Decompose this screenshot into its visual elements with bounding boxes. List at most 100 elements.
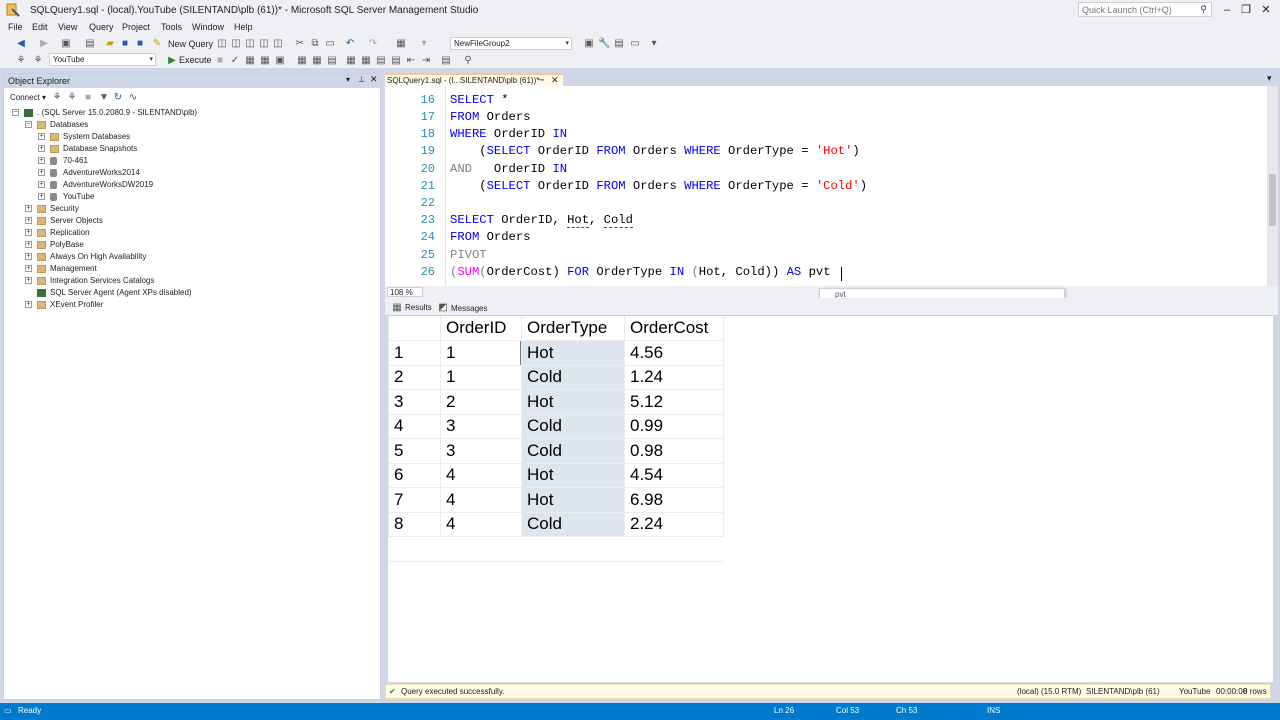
expand-icon[interactable]: + xyxy=(25,241,32,248)
code-line[interactable]: PIVOT xyxy=(450,248,487,262)
include-plan-icon[interactable]: ▣ xyxy=(274,55,286,66)
expand-icon[interactable]: + xyxy=(25,205,32,212)
open-file-icon[interactable]: ▰ xyxy=(104,38,116,49)
close-button[interactable]: ✕ xyxy=(1257,3,1275,17)
increase-indent-icon[interactable]: ⇥ xyxy=(420,55,432,66)
table-cell[interactable]: Hot xyxy=(521,487,624,512)
table-cell[interactable]: 2.24 xyxy=(624,512,723,537)
table-cell[interactable]: 0.98 xyxy=(624,439,723,464)
tree-node[interactable]: SQL Server Agent (Agent XPs disabled) xyxy=(4,287,374,299)
copy-icon[interactable]: ⧉ xyxy=(309,38,321,49)
column-header[interactable]: OrderType xyxy=(521,316,624,341)
redo-icon[interactable]: ↷ xyxy=(367,38,379,49)
tree-node[interactable]: + Integration Services Catalogs xyxy=(4,275,374,287)
tree-node[interactable]: + Always On High Availability xyxy=(4,251,374,263)
mdx-query-icon[interactable]: ◫ xyxy=(230,38,242,49)
table-cell[interactable]: 5.12 xyxy=(624,390,723,415)
intellisense-icon[interactable]: ⚲ xyxy=(462,55,474,66)
code-line[interactable]: FROM Orders xyxy=(450,110,530,124)
new-project-icon[interactable]: ▣ xyxy=(60,38,72,49)
tab-list-icon[interactable]: ▾ xyxy=(1267,73,1272,84)
table-cell[interactable]: 2 xyxy=(440,390,521,415)
wrench-icon[interactable]: 🔧 xyxy=(598,38,610,49)
row-number[interactable]: 3 xyxy=(388,390,440,415)
expand-icon[interactable]: + xyxy=(38,169,45,176)
row-number[interactable]: 5 xyxy=(388,439,440,464)
save-icon[interactable]: ■ xyxy=(119,38,131,49)
cancel-query-icon[interactable]: ■ xyxy=(214,55,226,66)
code-line[interactable]: WHERE OrderID IN xyxy=(450,127,567,141)
expand-icon[interactable]: + xyxy=(38,193,45,200)
table-cell[interactable]: Hot xyxy=(521,463,624,488)
database-select[interactable]: YouTube ▾ xyxy=(49,53,156,66)
comment-icon[interactable]: ▤ xyxy=(375,55,387,66)
column-header[interactable]: OrderCost xyxy=(624,316,723,341)
tab-sqlquery1[interactable]: SQLQuery1.sql - (l...SILENTAND\plb (61))… xyxy=(385,73,563,86)
menu-query[interactable]: Query xyxy=(89,22,114,32)
forward-icon[interactable]: ▶ xyxy=(38,38,50,49)
tree-node[interactable]: − . (SQL Server 15.0.2080.9 - SILENTAND\p… xyxy=(4,107,374,119)
code-line[interactable]: (SELECT OrderID FROM Orders WHERE OrderT… xyxy=(450,144,859,158)
tree-node[interactable]: + AdventureWorks2014 xyxy=(4,167,374,179)
tree-node[interactable]: + XEvent Profiler xyxy=(4,299,374,311)
row-number[interactable]: 7 xyxy=(388,488,440,513)
tree-node[interactable]: + Security xyxy=(4,203,374,215)
code-line[interactable]: (SUM(OrderCost) FOR OrderType IN (Hot, C… xyxy=(450,265,831,279)
collapse-icon[interactable]: − xyxy=(12,109,19,116)
estimated-plan-icon[interactable]: ▦ xyxy=(244,55,256,66)
menu-tools[interactable]: Tools xyxy=(161,22,182,32)
results-file-icon[interactable]: ▦ xyxy=(360,55,372,66)
filter-icon[interactable]: ▼ xyxy=(98,92,110,103)
add-item-icon[interactable]: ▤ xyxy=(84,38,96,49)
debug-target-icon[interactable]: ▾ xyxy=(418,38,430,49)
code-line[interactable]: SELECT * xyxy=(450,93,509,107)
disconnect-server-icon[interactable]: ⚘ xyxy=(66,92,78,103)
properties-icon[interactable]: ▣ xyxy=(583,38,595,49)
table-cell[interactable]: 4 xyxy=(440,512,521,537)
menu-edit[interactable]: Edit xyxy=(32,22,48,32)
minimize-button[interactable]: – xyxy=(1218,3,1236,17)
row-number[interactable]: 1 xyxy=(388,341,440,366)
expand-icon[interactable]: + xyxy=(25,253,32,260)
activity-monitor-icon[interactable]: ∿ xyxy=(127,92,139,103)
xmla-query-icon[interactable]: ◫ xyxy=(258,38,270,49)
collapse-icon[interactable]: − xyxy=(25,121,32,128)
menu-help[interactable]: Help xyxy=(234,22,253,32)
dax-query-icon[interactable]: ◫ xyxy=(272,38,284,49)
pin-tab-icon[interactable]: ⊸ xyxy=(538,76,544,84)
tree-node[interactable]: + Server Objects xyxy=(4,215,374,227)
tree-node[interactable]: + System Databases xyxy=(4,131,374,143)
paste-icon[interactable]: ▭ xyxy=(324,38,336,49)
window-layout-icon[interactable]: ▭ xyxy=(629,38,641,49)
specify-values-icon[interactable]: ▤ xyxy=(440,55,452,66)
menu-window[interactable]: Window xyxy=(192,22,224,32)
tab-results[interactable]: Results xyxy=(405,303,432,312)
cut-icon[interactable]: ✂ xyxy=(294,38,306,49)
menu-view[interactable]: View xyxy=(58,22,77,32)
client-stats-icon[interactable]: ▦ xyxy=(311,55,323,66)
tree-node[interactable]: + Management xyxy=(4,263,374,275)
tree-node[interactable]: − Databases xyxy=(4,119,374,131)
dropdown-icon[interactable]: ▾ xyxy=(346,75,350,84)
uncomment-icon[interactable]: ▤ xyxy=(390,55,402,66)
zoom-select[interactable]: 108 % xyxy=(387,287,423,297)
code-line[interactable]: (SELECT OrderID FROM Orders WHERE OrderT… xyxy=(450,179,867,193)
menu-project[interactable]: Project xyxy=(122,22,150,32)
connect-server-icon[interactable]: ⚘ xyxy=(51,92,63,103)
back-icon[interactable]: ◀ xyxy=(15,38,27,49)
results-text-icon[interactable]: ▤ xyxy=(326,55,338,66)
filegroup-select[interactable]: NewFileGroup2 ▾ xyxy=(450,37,572,50)
editor-vertical-scrollbar[interactable] xyxy=(1267,86,1278,286)
tree-node[interactable]: + PolyBase xyxy=(4,239,374,251)
pin-icon[interactable]: ⊥ xyxy=(358,75,365,84)
expand-icon[interactable]: + xyxy=(25,229,32,236)
new-query-icon[interactable]: ✎ xyxy=(151,38,163,49)
table-cell[interactable]: 4.56 xyxy=(624,341,723,366)
code-line[interactable]: SELECT OrderID, Hot, Cold xyxy=(450,213,633,229)
row-number[interactable]: 8 xyxy=(388,512,440,537)
scroll-thumb[interactable] xyxy=(1269,174,1276,226)
table-cell[interactable]: 3 xyxy=(440,439,521,464)
table-cell[interactable]: 1 xyxy=(440,365,521,390)
close-panel-icon[interactable]: ✕ xyxy=(370,74,378,85)
table-cell[interactable]: 4 xyxy=(440,463,521,488)
